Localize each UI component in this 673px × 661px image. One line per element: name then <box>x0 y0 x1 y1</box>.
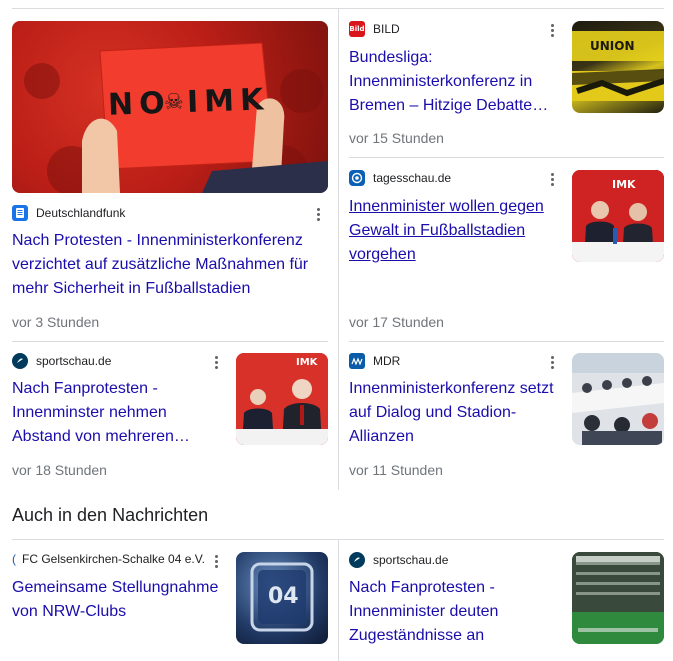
timestamp: vor 3 Stunden <box>12 314 100 330</box>
schalke-favicon-icon: ( <box>12 552 16 566</box>
timestamp: vor 17 Stunden <box>349 314 444 330</box>
source-sportschau[interactable]: sportschau.de <box>349 552 448 568</box>
imk-logo-text: IMK <box>612 178 636 191</box>
more-options-icon[interactable] <box>544 170 560 188</box>
timestamp: vor 11 Stunden <box>349 462 443 478</box>
more-options-icon[interactable] <box>544 21 560 39</box>
source-label: Deutschlandfunk <box>36 206 126 220</box>
source-sportschau[interactable]: sportschau.de <box>12 353 111 369</box>
press-conference-image[interactable]: IMK <box>572 170 664 262</box>
source-tagesschau[interactable]: tagesschau.de <box>349 170 451 186</box>
news-card-sportschau-1[interactable]: sportschau.de Nach Fanprotesten - Innenm… <box>0 341 338 490</box>
banner-text: UNION <box>590 39 635 53</box>
timestamp: vor 15 Stunden <box>349 130 444 146</box>
sportschau-favicon-icon <box>12 353 28 369</box>
source-label: tagesschau.de <box>373 171 452 185</box>
source-label: FC Gelsenkirchen-Schalke 04 e.V. <box>22 552 205 566</box>
sportschau-favicon-icon <box>349 552 365 568</box>
article-title[interactable]: Nach Fanprotesten - Innenminster nehmen … <box>12 377 224 449</box>
source-mdr[interactable]: MDR <box>349 353 400 369</box>
conference-room-image[interactable] <box>572 353 664 445</box>
schalke-logo-image[interactable]: 04 <box>236 552 328 644</box>
article-title[interactable]: Innenministerkonferenz setzt auf Dialog … <box>349 377 561 449</box>
more-options-icon[interactable] <box>208 353 224 371</box>
conference-room-illustration <box>572 353 664 445</box>
imk-logo-text: IMK <box>296 357 318 368</box>
section-heading: Auch in den Nachrichten <box>12 505 209 525</box>
mdr-favicon-icon <box>349 353 365 369</box>
tagesschau-favicon-icon <box>349 170 365 186</box>
banner-illustration <box>572 31 664 101</box>
more-options-icon[interactable] <box>310 205 326 223</box>
source-label: BILD <box>373 22 400 36</box>
stadium-illustration <box>572 552 664 644</box>
fan-banner-image[interactable]: UNION <box>572 21 664 113</box>
news-card-tagesschau[interactable]: tagesschau.de Innenminister wollen gegen… <box>338 158 673 341</box>
source-deutschlandfunk[interactable]: Deutschlandfunk <box>12 205 125 221</box>
deutschlandfunk-favicon-icon <box>12 205 28 221</box>
article-title[interactable]: Nach Protesten - Innenministerkonferenz … <box>12 229 328 301</box>
protest-image[interactable]: NO IMK ☠ <box>12 21 328 193</box>
article-title[interactable]: Innenminister wollen gegen Gewalt in Fuß… <box>349 195 561 267</box>
source-schalke[interactable]: ( FC Gelsenkirchen-Schalke 04 e.V. <box>12 552 205 566</box>
article-title[interactable]: Bundesliga: Innenministerkonferenz in Br… <box>349 46 561 118</box>
more-options-icon[interactable] <box>544 353 560 371</box>
stadium-image[interactable] <box>572 552 664 644</box>
source-label: MDR <box>373 354 401 368</box>
news-card-bild[interactable]: Bild BILD Bundesliga: Innenministerkonfe… <box>338 8 673 158</box>
article-title[interactable]: Nach Fanprotesten - Innenminister deuten… <box>349 576 561 648</box>
protest-sign-text: NO IMK <box>107 82 270 123</box>
news-card-schalke[interactable]: ( FC Gelsenkirchen-Schalke 04 e.V. Gemei… <box>0 540 338 661</box>
more-options-icon[interactable] <box>208 552 224 570</box>
source-label: sportschau.de <box>373 553 449 567</box>
crest-text: 04 <box>268 584 299 609</box>
article-title[interactable]: Gemeinsame Stellungnahme von NRW-Clubs <box>12 576 224 624</box>
news-card-deutschlandfunk[interactable]: NO IMK ☠ Deutschlandfunk Nach Protesten … <box>0 0 338 341</box>
timestamp: vor 18 Stunden <box>12 462 107 478</box>
news-card-mdr[interactable]: MDR Innenministerkonferenz setzt auf Dia… <box>338 341 673 490</box>
skull-icon: ☠ <box>163 88 185 115</box>
news-card-sportschau-2[interactable]: sportschau.de Nach Fanprotesten - Innenm… <box>338 540 673 661</box>
bild-favicon-icon: Bild <box>349 21 365 37</box>
source-bild[interactable]: Bild BILD <box>349 21 400 37</box>
ministers-image[interactable]: IMK <box>236 353 328 445</box>
source-label: sportschau.de <box>36 354 112 368</box>
